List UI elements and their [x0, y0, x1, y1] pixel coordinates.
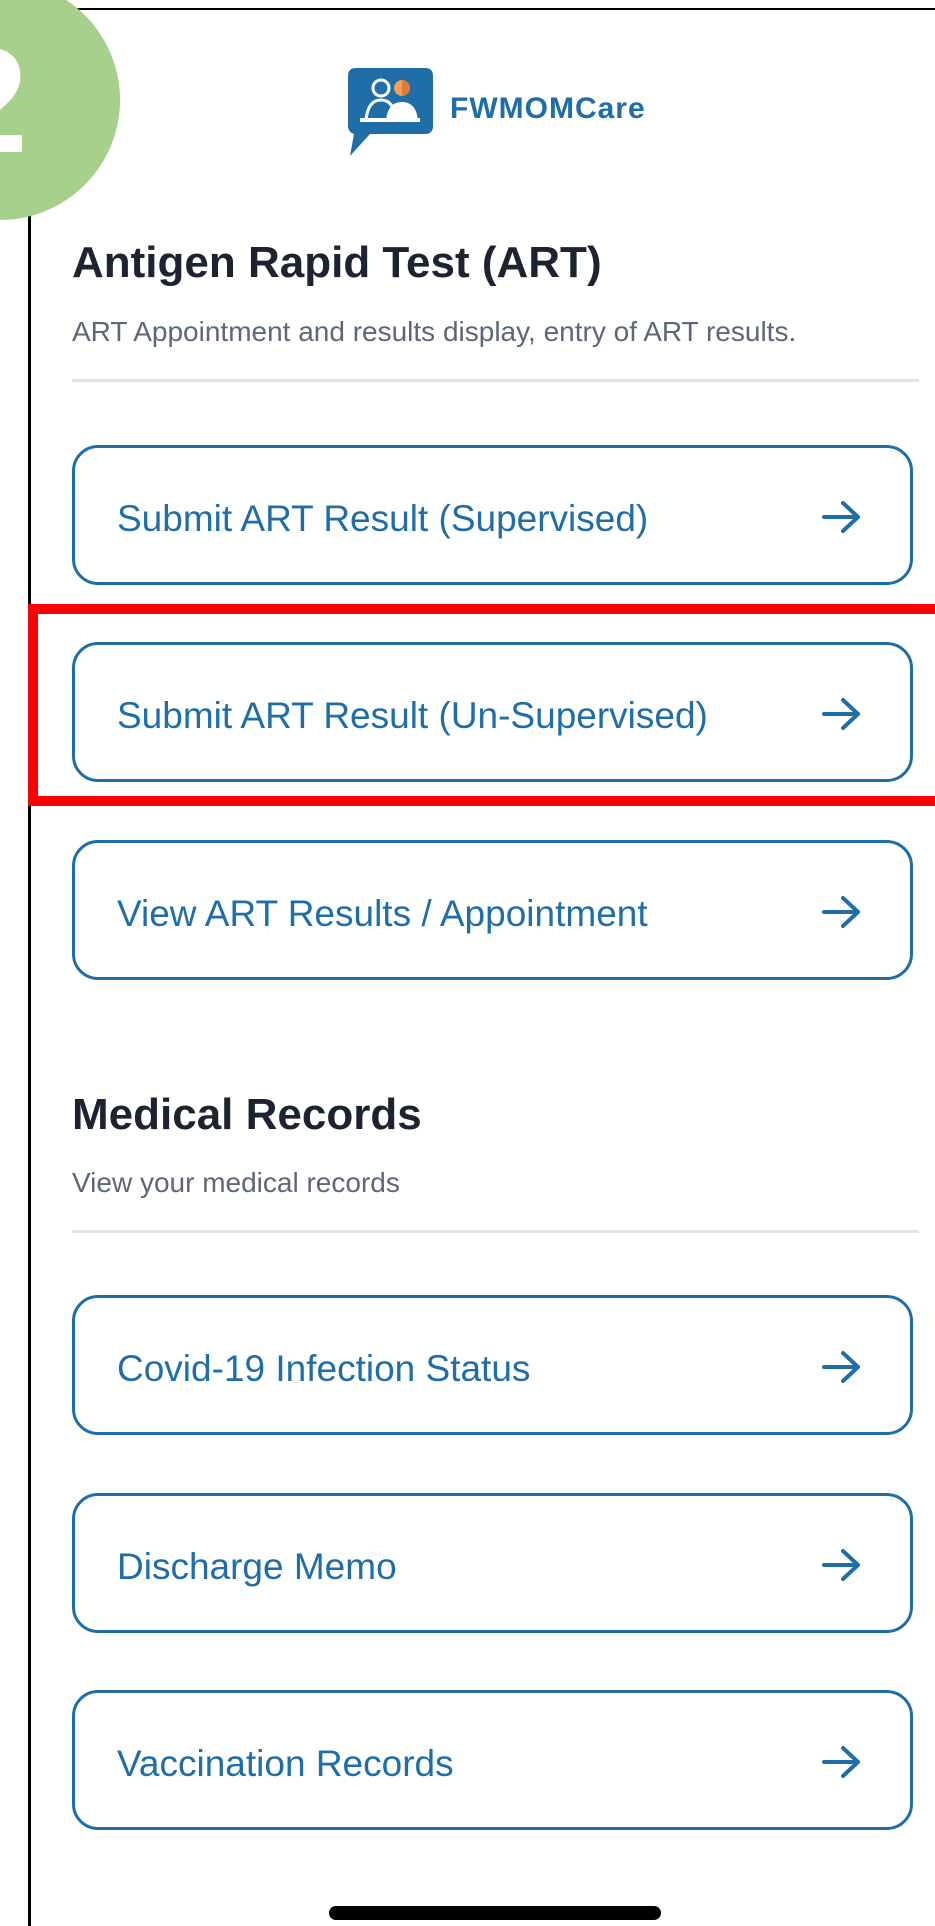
card-label: Vaccination Records [117, 1743, 454, 1784]
home-indicator[interactable] [329, 1906, 661, 1920]
frame-border-left [28, 0, 31, 1926]
card-label: Covid-19 Infection Status [117, 1348, 531, 1389]
app-header: FWMOMCare [0, 68, 935, 158]
screen: FWMOMCare 2 Antigen Rapid Test (ART) ART… [0, 0, 935, 1926]
vaccination-records-button[interactable]: Vaccination Records [72, 1690, 913, 1830]
section-divider [72, 379, 919, 382]
card-label: Submit ART Result (Un-Supervised) [117, 695, 708, 736]
section-title-art: Antigen Rapid Test (ART) [72, 238, 602, 287]
card-label: Discharge Memo [117, 1546, 397, 1587]
submit-art-unsupervised-button[interactable]: Submit ART Result (Un-Supervised) [72, 642, 913, 782]
frame-border-top [28, 8, 935, 10]
section-description-art: ART Appointment and results display, ent… [72, 316, 797, 347]
doctor-patient-chat-icon [348, 68, 433, 156]
arrow-right-icon [822, 1351, 860, 1383]
view-art-results-button[interactable]: View ART Results / Appointment [72, 840, 913, 980]
arrow-right-icon [822, 501, 860, 533]
card-label: Submit ART Result (Supervised) [117, 498, 649, 539]
step-number: 2 [0, 0, 28, 220]
discharge-memo-button[interactable]: Discharge Memo [72, 1493, 913, 1633]
section-description-medical-records: View your medical records [72, 1167, 400, 1198]
section-title-medical-records: Medical Records [72, 1090, 422, 1139]
covid-infection-status-button[interactable]: Covid-19 Infection Status [72, 1295, 913, 1435]
step-number-badge: 2 [0, 0, 120, 220]
arrow-right-icon [822, 1746, 860, 1778]
arrow-right-icon [822, 1549, 860, 1581]
arrow-right-icon [822, 896, 860, 928]
section-divider [72, 1230, 919, 1233]
submit-art-supervised-button[interactable]: Submit ART Result (Supervised) [72, 445, 913, 585]
app-name: FWMOMCare [450, 92, 646, 125]
arrow-right-icon [822, 698, 860, 730]
card-label: View ART Results / Appointment [117, 893, 648, 934]
